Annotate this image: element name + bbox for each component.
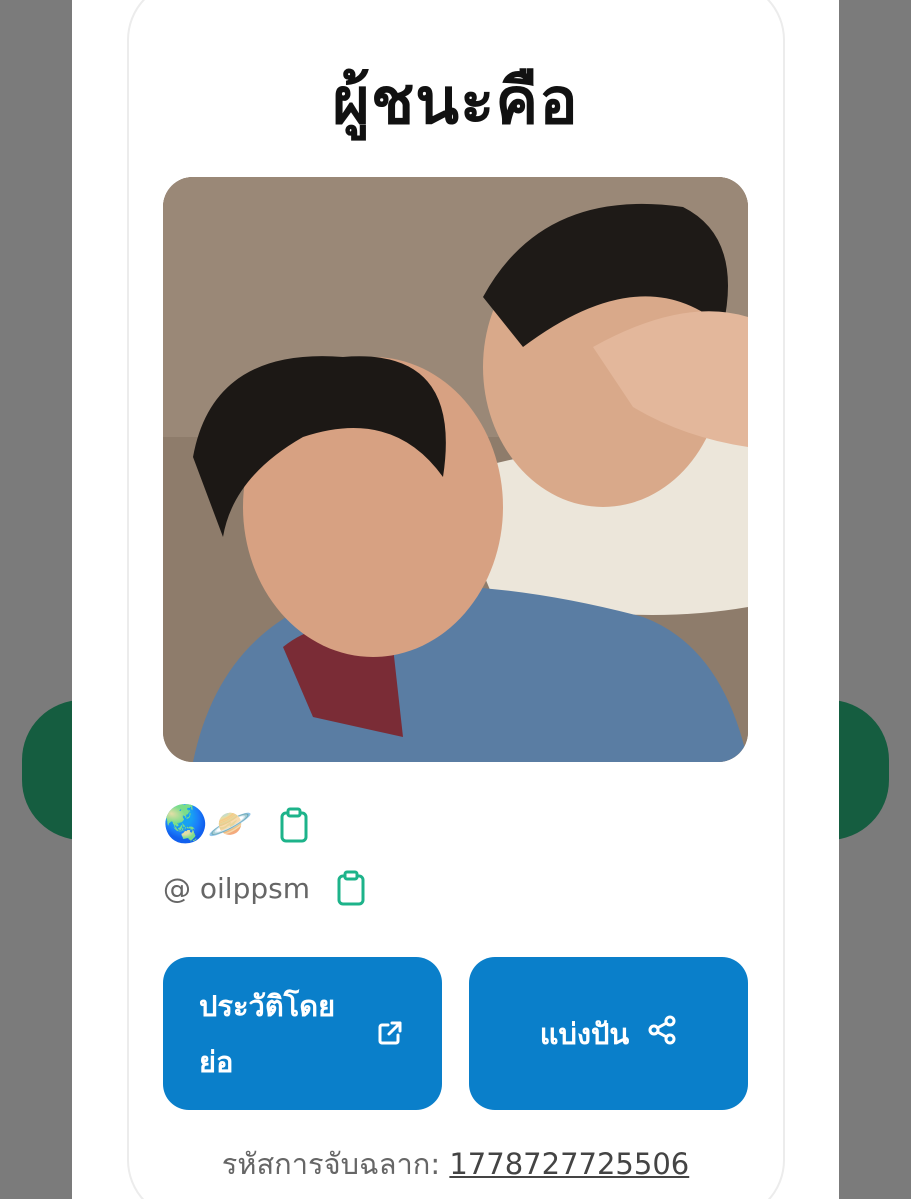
share-button-label: แบ่งปัน: [539, 1016, 630, 1051]
winner-name-row: 🌏🪐: [163, 800, 309, 850]
share-button[interactable]: แบ่งปัน: [469, 957, 748, 1110]
winner-photo: [163, 177, 748, 762]
external-link-icon: [376, 1019, 404, 1054]
draw-code-value[interactable]: 1778727725506: [449, 1147, 689, 1181]
winner-handle: @ oilppsm: [163, 871, 310, 905]
winner-handle-row: @ oilppsm: [163, 866, 366, 910]
clipboard-icon[interactable]: [336, 870, 366, 906]
winner-photo-image: [163, 177, 748, 762]
draw-code-label: รหัสการจับฉลาก:: [221, 1147, 441, 1181]
winner-name-emoji: 🌏🪐: [163, 804, 253, 845]
bio-button-label: ประวัติโดยย่อ: [199, 988, 336, 1079]
share-icon: [647, 1015, 677, 1052]
result-title: ผู้ชนะคือ: [332, 65, 579, 139]
clipboard-icon[interactable]: [279, 807, 309, 843]
draw-code-row: รหัสการจับฉลาก: 1778727725506: [0, 1141, 911, 1187]
bio-button[interactable]: ประวัติโดยย่อ: [163, 957, 442, 1110]
